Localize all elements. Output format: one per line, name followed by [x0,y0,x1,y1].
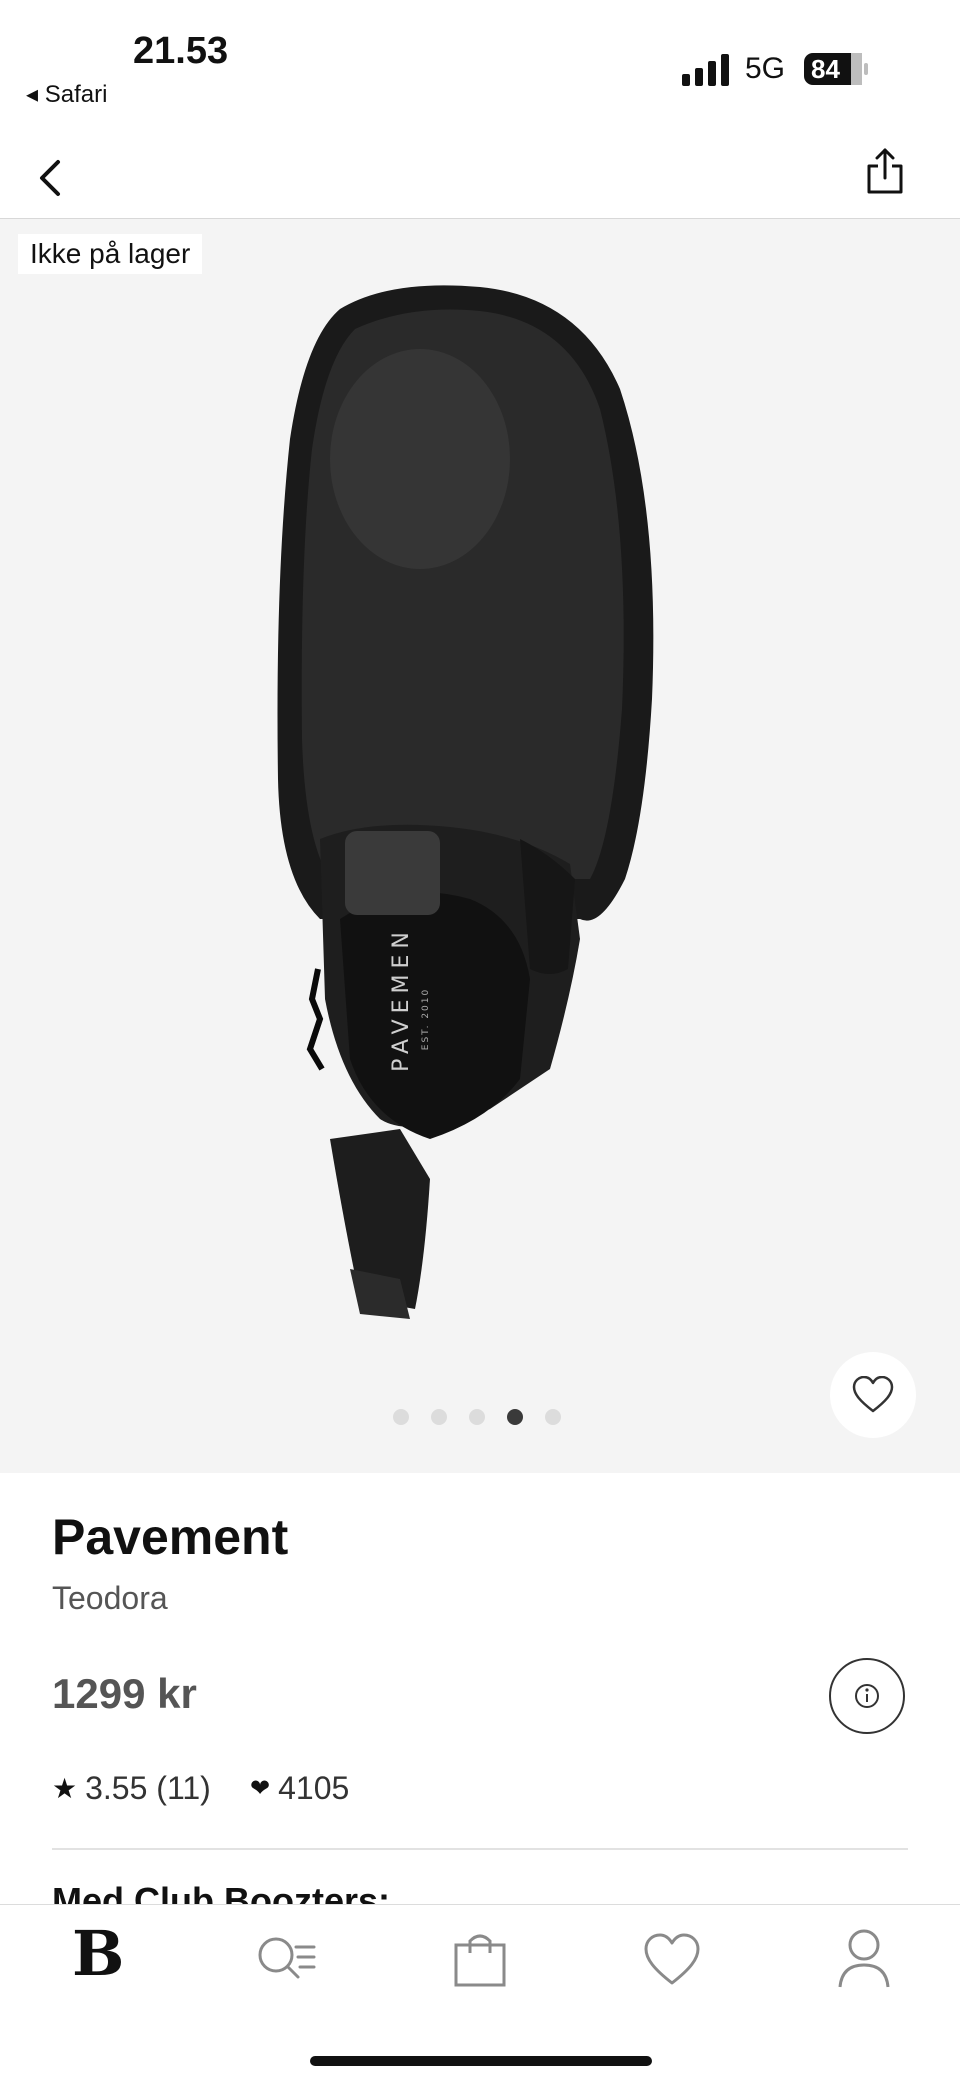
favorite-button[interactable] [830,1352,916,1438]
tab-search[interactable] [248,1925,328,1995]
home-logo: B [72,1917,125,1990]
gallery-dot[interactable] [469,1409,485,1425]
heart-filled-icon: ❤ [250,1775,271,1802]
tab-home[interactable]: B [58,1917,138,1995]
product-likes: ❤ 4105 [250,1770,349,1807]
search-icon [258,1937,316,1979]
gallery-pagination [393,1409,561,1425]
gallery-dot[interactable] [431,1409,447,1425]
product-image-boot[interactable]: PAVEMEN EST. 2010 [250,279,710,1439]
status-time: 21.53 [133,30,229,72]
insole-est-text: EST. 2010 [421,988,431,1050]
product-rating[interactable]: ★ 3.55 (11) [52,1770,211,1807]
gallery-dot[interactable] [507,1409,523,1425]
product-brand: Pavement [52,1509,289,1565]
heart-icon [644,1933,700,1985]
signal-icon [682,54,729,86]
club-teaser-clip: Med Club Boozters: [52,1880,908,1904]
share-button[interactable] [860,140,910,200]
home-indicator [310,2056,652,2066]
product-model: Teodora [52,1580,168,1616]
network-type: 5G [745,52,786,85]
star-icon: ★ [52,1773,78,1804]
chevron-left-icon [40,160,60,196]
likes-count: 4105 [278,1770,350,1806]
back-to-safari-link[interactable]: ◂ Safari [26,80,107,109]
bag-icon [454,1934,506,1987]
club-boozters-heading: Med Club Boozters: [52,1880,390,1904]
insole-brand-text: PAVEMEN [389,926,414,1072]
profile-icon [838,1929,890,1988]
back-button[interactable] [28,148,76,208]
product-price: 1299 kr [52,1670,197,1717]
rating-value: 3.55 (11) [85,1770,211,1806]
price-info-button[interactable] [829,1658,905,1734]
stock-status-badge: Ikke på lager [18,234,203,274]
info-divider [52,1848,908,1850]
gallery-dot[interactable] [545,1409,561,1425]
tab-profile[interactable] [824,1925,904,1995]
battery-icon: 84 [803,52,869,86]
share-icon [867,148,903,194]
tab-favorites[interactable] [632,1925,712,1995]
heart-icon [852,1376,894,1413]
gallery-dot[interactable] [393,1409,409,1425]
tab-bag[interactable] [440,1925,520,1995]
product-image-gallery[interactable]: Ikke på lager PAVEMEN EST. 2010 [0,219,960,1473]
info-icon [855,1684,879,1708]
battery-level: 84 [811,54,840,84]
